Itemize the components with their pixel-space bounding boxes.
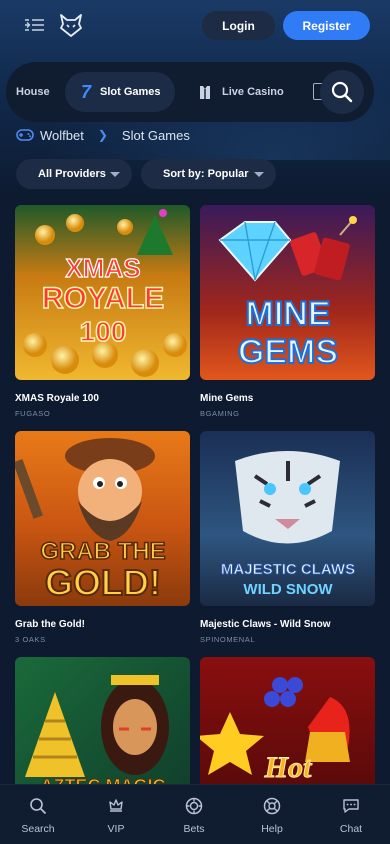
- game-card[interactable]: MINE GEMS Mine Gems BGAMING: [200, 205, 375, 418]
- game-thumbnail[interactable]: MINE GEMS: [200, 205, 375, 380]
- wolf-logo-icon[interactable]: [58, 12, 84, 38]
- sort-dropdown-label: Sort by: Popular: [163, 168, 249, 180]
- tab-live-casino[interactable]: Live Casino: [198, 62, 284, 122]
- breadcrumb-current: Slot Games: [121, 127, 190, 143]
- providers-dropdown[interactable]: All Providers: [16, 159, 132, 189]
- nav-help-label: Help: [261, 823, 283, 835]
- game-art-line: XMAS: [65, 253, 140, 283]
- nav-help[interactable]: Help: [237, 785, 307, 844]
- chevron-right-icon: ❯: [97, 128, 108, 142]
- caret-down-icon: [254, 172, 264, 177]
- nav-search[interactable]: Search: [3, 785, 73, 844]
- game-thumbnail[interactable]: XMAS ROYALE 100: [15, 205, 190, 380]
- chat-icon: [343, 799, 359, 813]
- top-header: Login Register: [0, 0, 390, 52]
- game-art-line: MINE: [246, 295, 331, 333]
- slot-seven-icon: 7: [81, 81, 92, 102]
- nav-bets[interactable]: Bets: [159, 785, 229, 844]
- game-art-line: MAJESTIC CLAWS: [221, 561, 355, 578]
- game-art-line: WILD SNOW: [243, 581, 333, 598]
- game-provider: 3 OAKS: [15, 635, 46, 644]
- game-art-line: ROYALE: [42, 282, 164, 315]
- game-thumbnail[interactable]: GRAB THE GOLD!: [15, 431, 190, 606]
- game-provider: BGAMING: [200, 409, 240, 418]
- search-button[interactable]: [320, 70, 364, 114]
- login-button[interactable]: Login: [202, 11, 275, 40]
- tab-house[interactable]: House: [16, 62, 50, 122]
- game-provider: SPINOMENAL: [200, 635, 256, 644]
- game-art-line: GRAB THE: [40, 538, 165, 565]
- game-art-line: 100: [80, 316, 127, 347]
- game-card[interactable]: XMAS ROYALE 100 XMAS Royale 100 FUGASO: [15, 205, 190, 418]
- chip-icon: [185, 797, 203, 815]
- search-icon: [331, 81, 353, 103]
- game-title: Grab the Gold!: [15, 619, 85, 630]
- gamepad-icon: [16, 129, 34, 141]
- game-art-line: Hot: [264, 751, 313, 784]
- breadcrumb-root[interactable]: Wolfbet: [40, 128, 84, 143]
- bottom-nav: Search VIP Bets Help Chat: [0, 784, 390, 844]
- breadcrumb: Wolfbet ❯ Slot Games: [16, 125, 190, 145]
- game-title: Mine Gems: [200, 393, 254, 404]
- game-art-line: GEMS: [238, 333, 338, 371]
- game-art-line: GOLD!: [45, 562, 161, 603]
- tab-house-label: House: [16, 86, 50, 98]
- menu-toggle-icon[interactable]: [24, 16, 46, 34]
- register-button[interactable]: Register: [283, 11, 370, 40]
- lifebuoy-icon: [263, 797, 281, 815]
- game-card[interactable]: MAJESTIC CLAWS WILD SNOW Majestic Claws …: [200, 431, 375, 644]
- providers-dropdown-label: All Providers: [38, 168, 106, 180]
- caret-down-icon: [110, 172, 120, 177]
- game-card[interactable]: GRAB THE GOLD! Grab the Gold! 3 OAKS: [15, 431, 190, 644]
- nav-chat-label: Chat: [339, 823, 363, 835]
- category-bar: House 7 Slot Games Live Casino: [6, 62, 374, 122]
- tab-slot-games-label: Slot Games: [100, 86, 161, 98]
- dealer-icon: [200, 86, 210, 99]
- tab-slot-games[interactable]: 7 Slot Games: [65, 72, 175, 112]
- sort-dropdown[interactable]: Sort by: Popular: [141, 159, 276, 189]
- search-icon: [30, 798, 47, 815]
- nav-search-label: Search: [21, 823, 55, 835]
- crown-icon: [109, 799, 123, 812]
- game-title: Majestic Claws - Wild Snow: [200, 619, 331, 630]
- nav-bets-label: Bets: [183, 823, 205, 835]
- game-title: XMAS Royale 100: [15, 393, 99, 404]
- tab-live-casino-label: Live Casino: [222, 86, 284, 98]
- game-provider: FUGASO: [15, 409, 51, 418]
- nav-vip-label: VIP: [107, 823, 125, 835]
- nav-chat[interactable]: Chat: [316, 785, 386, 844]
- nav-vip[interactable]: VIP: [81, 785, 151, 844]
- game-thumbnail[interactable]: MAJESTIC CLAWS WILD SNOW: [200, 431, 375, 606]
